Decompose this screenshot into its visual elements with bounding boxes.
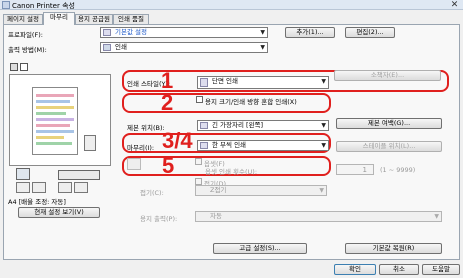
binding-value: 긴 가장자리 [왼쪽]	[212, 121, 264, 129]
offset-count-label: 옵셋 인쇄 횟수(U):	[205, 168, 258, 176]
preview-line	[36, 112, 66, 115]
callout-number-3-4: 3/4	[162, 128, 193, 153]
print-style-value: 단면 인쇄	[212, 77, 238, 85]
profile-add-button[interactable]: 추가(1)...	[285, 27, 335, 38]
staple-icon[interactable]	[32, 182, 46, 193]
tri-fold-value: Z접기	[210, 186, 227, 194]
preview-line	[36, 130, 74, 133]
tab-page-setup[interactable]: 페이지 설정	[3, 14, 43, 24]
preview-toggle-icons[interactable]	[10, 63, 28, 72]
document-icon[interactable]	[20, 63, 28, 71]
offset-count-value: 1	[362, 166, 367, 174]
chevron-down-icon: ▼	[319, 187, 324, 194]
tab-print-quality[interactable]: 인쇄 품질	[113, 14, 149, 24]
finishing-select[interactable]: 한 부씩 인쇄 ▼	[197, 140, 329, 151]
preview-line	[36, 100, 70, 103]
print-icon	[103, 44, 111, 51]
preview-paper-label: A4 [배율 조정: 자동]	[8, 198, 66, 206]
binding-edge-icon	[200, 122, 208, 129]
page-preview	[9, 74, 111, 166]
tab-label: 마무리	[50, 13, 68, 21]
tab-finishing[interactable]: 마무리	[43, 12, 75, 25]
output-method-select[interactable]: 인쇄 ▼	[100, 42, 268, 53]
preview-sheet	[32, 87, 78, 155]
binding-icon[interactable]	[74, 182, 88, 193]
copy-order-icon[interactable]	[16, 182, 30, 193]
binding-label: 제본 위치(B):	[127, 124, 165, 132]
profile-edit-button[interactable]: 편집(2)...	[345, 27, 395, 38]
printer-app-icon	[2, 1, 10, 9]
callout-number-5: 5	[162, 153, 175, 178]
duplex-icon[interactable]	[58, 182, 72, 193]
chevron-down-icon: ▼	[321, 142, 326, 149]
binding-select[interactable]: 긴 가장자리 [왼쪽] ▼	[197, 120, 329, 131]
callout-number-1: 1	[161, 68, 174, 93]
offset-count-stepper[interactable]: 1	[336, 164, 374, 175]
tri-fold-select[interactable]: Z접기 ▼	[195, 185, 327, 196]
offset-range: (1 ~ 9999)	[380, 166, 416, 174]
tab-label: 페이지 설정	[7, 15, 39, 23]
profile-icon	[103, 29, 111, 36]
preview-line	[36, 106, 74, 109]
paper-output-value: 자동	[210, 212, 222, 220]
restore-defaults-button[interactable]: 기본값 복원(R)	[345, 243, 442, 254]
profile-label: 프로파일(F):	[8, 31, 43, 39]
chevron-down-icon: ▼	[260, 29, 265, 36]
chevron-down-icon: ▼	[260, 44, 265, 51]
offset-icon	[127, 158, 141, 170]
cancel-button[interactable]: 취소	[379, 264, 419, 275]
window-titlebar: Canon Printer 속성 ✕	[0, 0, 463, 10]
preview-line	[36, 124, 70, 127]
collate-icon	[200, 142, 208, 149]
layout-icon[interactable]	[10, 63, 18, 71]
output-method-label: 출력 방법(M):	[8, 46, 47, 54]
preview-line	[36, 94, 74, 97]
callout-number-2: 2	[161, 90, 174, 115]
view-settings-button[interactable]: 현재 설정 보기(V)	[18, 207, 100, 218]
ok-button[interactable]: 확인	[334, 264, 376, 275]
finishing-value: 한 부씩 인쇄	[212, 141, 247, 149]
advanced-settings-button[interactable]: 고급 설정(S)...	[213, 243, 307, 254]
chevron-down-icon: ▼	[434, 213, 439, 220]
finishing-label: 마무리(I):	[127, 144, 155, 152]
profile-select[interactable]: 기본값 설정 ▼	[100, 27, 268, 38]
binding-margin-button[interactable]: 제본 여백(G)...	[336, 118, 442, 129]
paper-output-select[interactable]: 자동 ▼	[195, 211, 442, 222]
close-icon[interactable]: ✕	[447, 0, 462, 10]
chevron-down-icon: ▼	[321, 122, 326, 129]
preview-line	[36, 142, 72, 145]
fold-checkbox[interactable]	[195, 178, 202, 185]
printer-icon	[16, 168, 30, 180]
booklet-button[interactable]: 소책자(E)...	[334, 70, 441, 81]
tri-fold-label: 접기(C):	[140, 189, 164, 197]
paper-output-label: 용지 출력(P):	[140, 215, 178, 223]
single-side-icon	[200, 78, 208, 87]
offset-checkbox[interactable]	[195, 158, 202, 165]
preview-line	[36, 118, 74, 121]
tab-label: 용지 공급원	[78, 15, 110, 23]
staple-position-button[interactable]: 스테이플 위치(L)...	[336, 141, 442, 152]
help-button[interactable]: 도움말	[422, 264, 460, 275]
chevron-down-icon: ▼	[321, 78, 326, 85]
window-title: Canon Printer 속성	[12, 2, 75, 10]
output-method-value: 인쇄	[115, 43, 127, 51]
stack-icon	[84, 135, 96, 151]
paper-stack-icon	[58, 170, 100, 180]
tab-paper-source[interactable]: 용지 공급원	[75, 14, 113, 24]
print-style-select[interactable]: 단면 인쇄 ▼	[197, 76, 329, 89]
tab-label: 인쇄 품질	[118, 15, 144, 23]
mixed-paper-label: 용지 크기/인쇄 방향 혼합 인쇄(X)	[205, 98, 297, 106]
profile-value: 기본값 설정	[115, 28, 147, 36]
preview-line	[36, 136, 64, 139]
mixed-paper-checkbox[interactable]	[196, 96, 203, 103]
